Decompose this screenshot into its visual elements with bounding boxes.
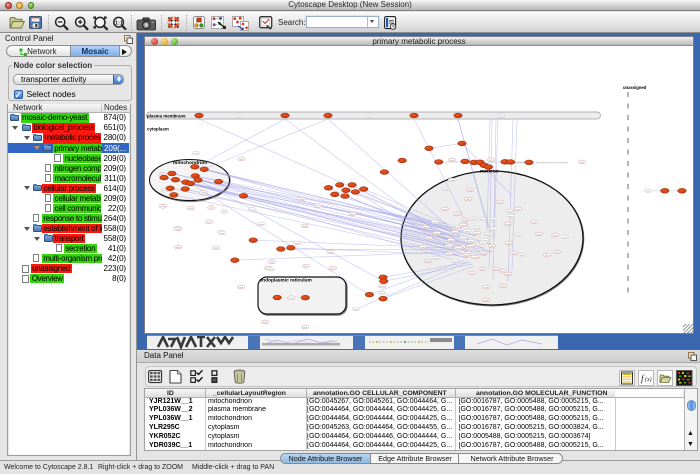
svg-text:unassigned: unassigned xyxy=(623,85,647,90)
svg-text:plasma membrane: plasma membrane xyxy=(147,114,186,119)
svg-text:mitochondrion: mitochondrion xyxy=(173,160,207,166)
svg-text:(x): (x) xyxy=(645,376,652,383)
svg-text:cytoplasm: cytoplasm xyxy=(147,127,169,132)
svg-text:endoplasmic reticulum: endoplasmic reticulum xyxy=(260,278,312,284)
svg-text:1:1: 1:1 xyxy=(115,20,123,26)
